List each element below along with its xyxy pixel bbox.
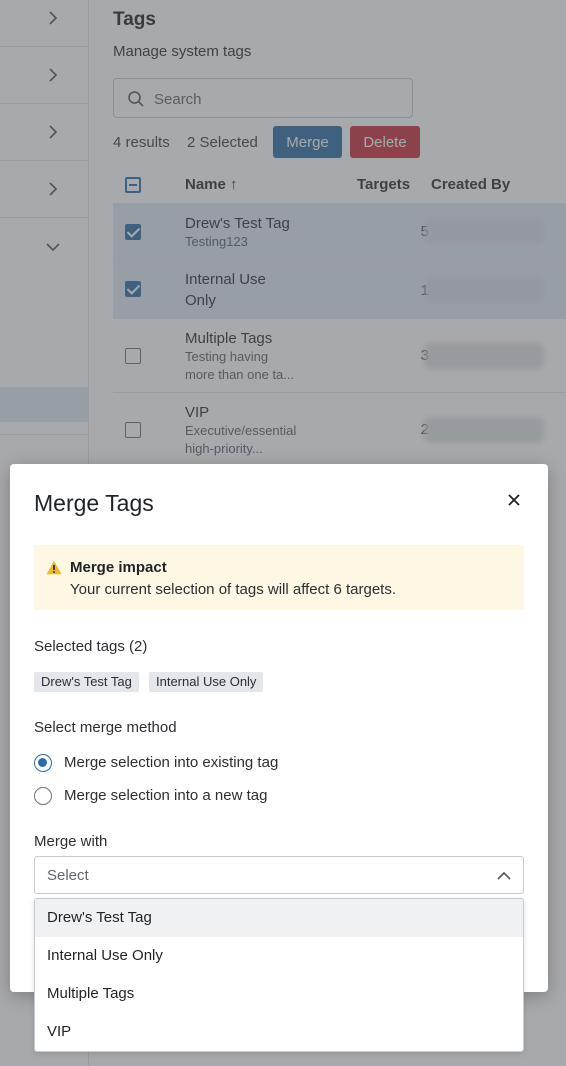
merge-with-select[interactable]: Select xyxy=(34,856,524,894)
radio-button[interactable] xyxy=(34,787,52,805)
merge-with-label: Merge with xyxy=(34,833,108,850)
merge-impact-callout: Merge impact Your current selection of t… xyxy=(34,545,524,610)
callout-body: Your current selection of tags will affe… xyxy=(70,581,397,598)
radio-button[interactable] xyxy=(34,754,52,772)
radio-label: Merge selection into a new tag xyxy=(64,787,268,804)
merge-method-label: Select merge method xyxy=(34,719,177,736)
option-drews-test-tag[interactable]: Drew's Test Tag xyxy=(35,899,523,937)
dialog-title: Merge Tags xyxy=(34,490,154,516)
select-placeholder: Select xyxy=(47,867,89,884)
selected-tag-chip: Drew's Test Tag xyxy=(34,672,139,692)
option-internal-use-only[interactable]: Internal Use Only xyxy=(35,937,523,975)
option-multiple-tags[interactable]: Multiple Tags xyxy=(35,975,523,1013)
close-button[interactable] xyxy=(504,490,524,510)
selected-tag-chip: Internal Use Only xyxy=(149,672,264,692)
radio-label: Merge selection into existing tag xyxy=(64,754,279,771)
warning-icon xyxy=(46,560,62,575)
merge-with-options: Drew's Test Tag Internal Use Only Multip… xyxy=(34,898,524,1052)
close-icon xyxy=(508,494,520,506)
callout-title: Merge impact xyxy=(70,559,167,576)
selected-tags-label: Selected tags (2) xyxy=(34,638,148,655)
option-vip[interactable]: VIP xyxy=(35,1013,523,1051)
chevron-up-icon xyxy=(497,871,511,880)
